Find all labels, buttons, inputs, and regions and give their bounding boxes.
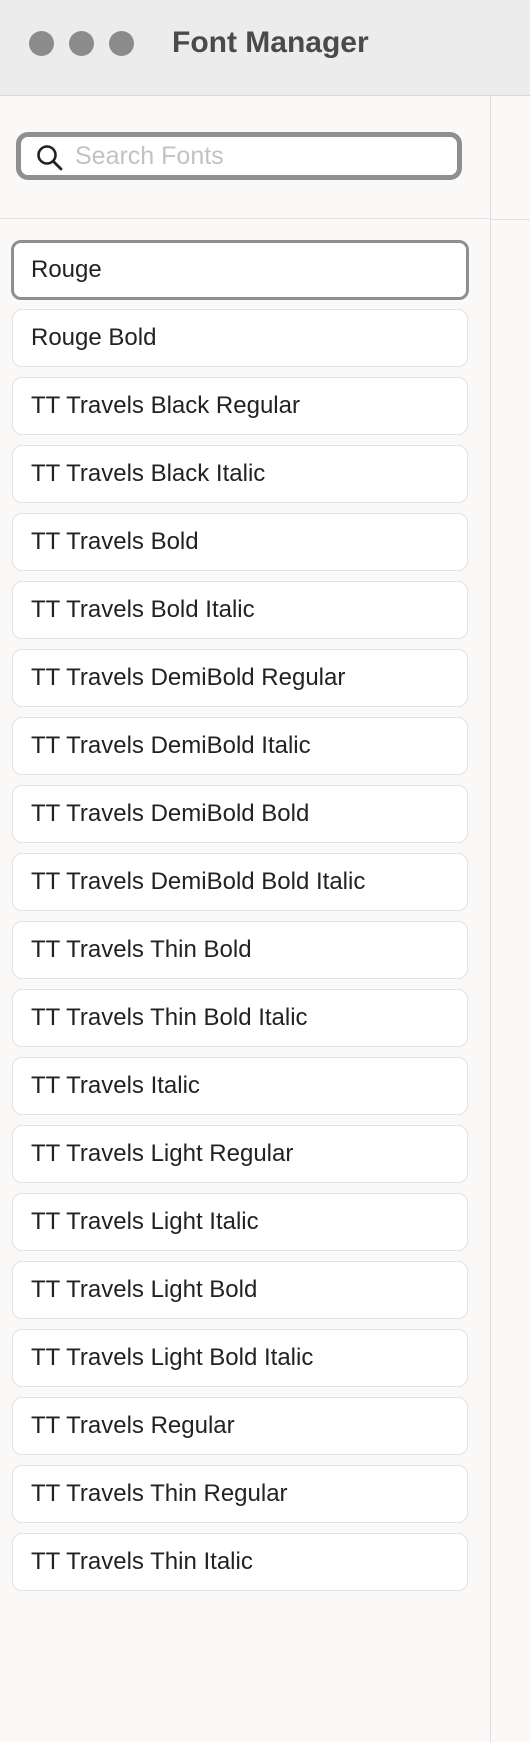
search-area [0, 96, 490, 219]
font-list-item[interactable]: TT Travels Thin Bold [12, 921, 468, 979]
font-list-item[interactable]: TT Travels Italic [12, 1057, 468, 1115]
font-list-item[interactable]: TT Travels Thin Bold Italic [12, 989, 468, 1047]
font-name-label: TT Travels Bold [31, 528, 199, 555]
font-list-item[interactable]: TT Travels DemiBold Bold [12, 785, 468, 843]
font-name-label: TT Travels Light Italic [31, 1208, 259, 1235]
font-name-label: TT Travels Light Bold Italic [31, 1344, 314, 1371]
font-name-label: TT Travels Thin Regular [31, 1480, 288, 1507]
font-list-item[interactable]: TT Travels Light Regular [12, 1125, 468, 1183]
title-bar: Font Manager [0, 0, 530, 96]
font-list-item[interactable]: TT Travels Thin Italic [12, 1533, 468, 1591]
font-list-item[interactable]: Rouge [11, 240, 469, 300]
font-name-label: TT Travels Regular [31, 1412, 235, 1439]
minimize-button[interactable] [69, 31, 94, 56]
search-icon [37, 145, 63, 171]
window-title: Font Manager [172, 26, 369, 59]
font-name-label: TT Travels Thin Italic [31, 1548, 253, 1575]
font-list-item[interactable]: TT Travels Black Italic [12, 445, 468, 503]
font-list-item[interactable]: TT Travels Light Bold Italic [12, 1329, 468, 1387]
font-list-item[interactable]: TT Travels Black Regular [12, 377, 468, 435]
font-name-label: TT Travels DemiBold Bold [31, 800, 310, 827]
zoom-button[interactable] [109, 31, 134, 56]
font-name-label: TT Travels Black Regular [31, 392, 300, 419]
font-name-label: TT Travels Black Italic [31, 460, 266, 487]
font-name-label: TT Travels DemiBold Bold Italic [31, 868, 366, 895]
font-list-item[interactable]: Rouge Bold [12, 309, 468, 367]
font-name-label: TT Travels Light Bold [31, 1276, 258, 1303]
detail-pane [491, 96, 530, 1742]
font-list-item[interactable]: TT Travels DemiBold Italic [12, 717, 468, 775]
search-field[interactable] [16, 132, 462, 180]
font-name-label: TT Travels Italic [31, 1072, 200, 1099]
font-name-label: Rouge [31, 256, 102, 283]
font-name-label: TT Travels Thin Bold Italic [31, 1004, 308, 1031]
font-list-item[interactable]: TT Travels Light Italic [12, 1193, 468, 1251]
font-list-item[interactable]: TT Travels Thin Regular [12, 1465, 468, 1523]
font-name-label: TT Travels Thin Bold [31, 936, 252, 963]
font-list-item[interactable]: TT Travels Bold [12, 513, 468, 571]
font-list-item[interactable]: TT Travels Bold Italic [12, 581, 468, 639]
search-input[interactable] [75, 137, 445, 175]
font-list: Rouge Rouge Bold TT Travels Black Regular T… [11, 240, 469, 1601]
font-name-label: Rouge Bold [31, 324, 157, 351]
font-list-item[interactable]: TT Travels DemiBold Bold Italic [12, 853, 468, 911]
font-list-item[interactable]: TT Travels Regular [12, 1397, 468, 1455]
close-button[interactable] [29, 31, 54, 56]
font-name-label: TT Travels DemiBold Regular [31, 664, 346, 691]
font-name-label: TT Travels Bold Italic [31, 596, 255, 623]
font-name-label: TT Travels Light Regular [31, 1140, 294, 1167]
font-list-item[interactable]: TT Travels Light Bold [12, 1261, 468, 1319]
font-list-item[interactable]: TT Travels DemiBold Regular [12, 649, 468, 707]
font-name-label: TT Travels DemiBold Italic [31, 732, 311, 759]
detail-pane-divider [491, 219, 530, 220]
